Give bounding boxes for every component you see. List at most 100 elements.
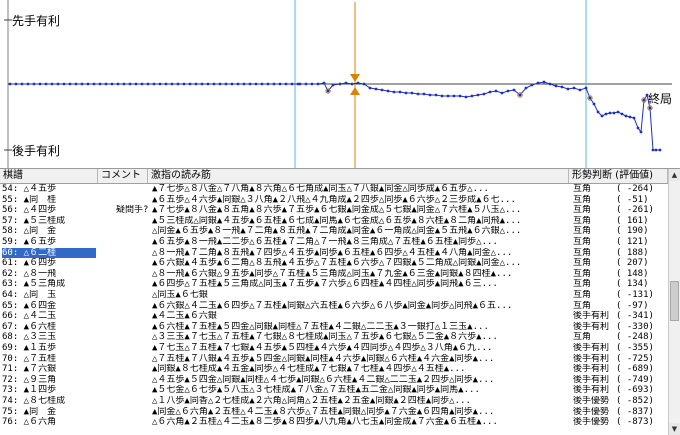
scroll-down-icon[interactable]: ▼ <box>669 423 680 435</box>
score-cell: ( -725) <box>616 353 654 364</box>
evaluation-point <box>604 112 608 116</box>
table-row[interactable]: 68: △３三玉 △３三玉▲７七玉△７五桂▲７七銀△８七桂成▲同玉△７五歩▲６七銀… <box>0 332 668 343</box>
table-row[interactable]: 72: △９三角 △４五歩▲５四金△同銀▲同桂△４七歩▲同銀△６六桂▲４二銀△二二… <box>0 375 668 386</box>
reading-line-cell: △７五桂▲７八銀▲４五歩▲５四金△同銀▲同桂▲４六歩▲同銀△６六桂▲４六金▲同歩… <box>152 353 495 364</box>
evaluation-point <box>410 91 414 95</box>
evaluation-point <box>452 94 456 98</box>
evaluation-point <box>654 148 658 152</box>
evaluation-point <box>632 116 636 120</box>
reading-line-cell: ▲６六桂▲７五桂▲５四金△同銀▲同桂△７五桂▲４二銀△二二玉▲３一銀打△１三玉▲… <box>152 321 489 332</box>
table-row[interactable]: 66: △４二玉 ▲４二玉▲６六銀 後手有利 ( -341) <box>0 311 668 322</box>
vertical-scrollbar[interactable]: ▲ ▼ <box>668 169 680 435</box>
evaluation-graph[interactable]: 先手有利 後手有利 終局 <box>0 0 680 169</box>
reading-line-cell: ▲同金△６六角▲２五桂△４二玉▲８六歩△７五桂▲同銀△同歩▲７六金▲６四角▲同歩… <box>152 406 495 417</box>
evaluation-point <box>536 81 540 85</box>
evaluation-point <box>122 82 126 86</box>
score-cell: ( -873) <box>616 417 654 428</box>
evaluation-point <box>230 82 234 86</box>
evaluation-point <box>86 82 90 86</box>
reading-line-cell: ▲４二玉▲６六銀 <box>152 311 217 322</box>
judgement-cell: 互角 <box>573 247 592 258</box>
evaluation-point <box>298 82 302 86</box>
game-end-label: 終局 <box>648 92 673 106</box>
score-cell: ( -341) <box>616 311 654 322</box>
evaluation-point <box>416 92 420 96</box>
move-cell: 68: △３三玉 <box>2 332 57 343</box>
evaluation-point <box>164 82 168 86</box>
evaluation-point <box>272 82 276 86</box>
reading-line-cell: △６六角▲２五桂△４二玉▲８二歩▲８四歩▲八九角▲八七玉▲同金成▲７六金▲６五桂… <box>152 417 498 428</box>
evaluation-point <box>194 82 198 86</box>
header-kifu[interactable]: 棋譜 <box>0 169 98 183</box>
evaluation-point <box>356 81 360 85</box>
evaluation-graph-canvas[interactable] <box>0 0 680 168</box>
table-row[interactable]: 75: ▲同 金 ▲同金△６六角▲２五桂△４二玉▲８六歩△７五桂▲同銀△同歩▲７六… <box>0 407 668 418</box>
score-cell: ( -355) <box>616 343 654 353</box>
evaluation-point <box>542 80 546 84</box>
evaluation-point <box>642 98 646 102</box>
evaluation-point <box>182 82 186 86</box>
judgement-cell: 後手優勢 <box>573 396 610 406</box>
gote-advantage-label: 後手有利 <box>12 144 61 158</box>
score-cell: ( -852) <box>616 396 654 406</box>
table-row[interactable]: 64: △同 玉 △同玉▲６七銀 互角 ( -131) <box>0 290 668 301</box>
score-cell: ( -97) <box>616 300 649 311</box>
evaluation-point <box>494 89 498 93</box>
table-row[interactable]: 73: ▲１四歩 ▲５七金△６七歩▲５八玉△３七桂成▲７八金△７五桂▲五二金△同銀… <box>0 385 668 396</box>
evaluation-point <box>518 93 522 97</box>
move-cell: 72: △９三角 <box>2 374 57 385</box>
evaluation-point <box>658 148 662 152</box>
evaluation-point <box>624 114 628 118</box>
scrollbar-thumb[interactable] <box>670 281 679 321</box>
evaluation-point <box>572 86 576 90</box>
header-comment[interactable]: コメント <box>98 169 148 183</box>
table-row[interactable]: 71: ▲７六銀 ▲同銀▲８七桂成▲４五金▲同歩△４七桂成▲７七銀▲７七桂▲４四歩… <box>0 364 668 375</box>
header-judgement[interactable]: 形勢判断 (評価値) <box>569 169 668 183</box>
table-row[interactable]: 59: ▲６五歩 ▲６五歩▲８一飛▲二二歩△６五桂▲７二角△７一飛▲８三角成△７五… <box>0 237 668 248</box>
table-row[interactable]: 76: △６六角 △６六角▲２五桂△４二玉▲８二歩▲８四歩▲八九角▲八七玉▲同金成… <box>0 417 668 428</box>
evaluation-point <box>636 126 640 130</box>
evaluation-point <box>26 82 30 86</box>
evaluation-point <box>362 82 366 86</box>
judgement-cell: 互角 <box>573 290 592 300</box>
evaluation-point <box>8 82 12 86</box>
table-row[interactable]: 55: ▲同 桂 ▲６五歩△４六歩▲同銀△３八角▲２八飛△４九角成▲２四歩△同歩▲… <box>0 195 668 206</box>
table-row[interactable]: 54: △４五歩 ▲７七歩△８八金△７八角▲８六角△６七角成▲同玉△７八銀▲同金△… <box>0 184 668 195</box>
move-cell: 65: ▲６四金 <box>2 300 57 311</box>
reading-line-cell: ▲６四歩△７五桂▲５三角成△同玉▲７五歩▲７六歩△６四桂▲４四桂△同歩▲同飛▲６… <box>152 279 498 290</box>
table-row[interactable]: 60: △６二桂 △８一飛▲７二角▲８五飛▲７四歩△４五歩▲同歩▲６五桂▲６四歩△… <box>0 247 668 259</box>
move-cell: 55: ▲同 桂 <box>2 194 57 205</box>
evaluation-point <box>592 102 596 106</box>
move-cell: 76: △６六角 <box>2 417 57 428</box>
table-row[interactable]: 74: △８七桂成 △１八歩▲同香△２七桂成▲２六角△同角△２五桂▲２五金▲同銀▲… <box>0 396 668 407</box>
table-row[interactable]: 67: ▲６六桂 ▲６六桂▲７五桂▲５四金△同銀▲同桂△７五桂▲４二銀△二二玉▲３… <box>0 322 668 333</box>
table-row[interactable]: 57: ▲５三桂成 ▲５三桂成△同銀▲４五歩▲６五桂▲６七成▲同馬▲６七金成△６五… <box>0 216 668 227</box>
reading-line-cell: ▲６六銀▲４五歩▲６二角△８五飛▲４五歩△７五桂▲６六歩△７四銀▲５二角成△同銀… <box>152 258 522 269</box>
table-row[interactable]: 70: △７五桂 △７五桂▲７八銀▲４五歩▲５四金△同銀▲同桂▲４六歩▲同銀△６六… <box>0 354 668 365</box>
move-cell: 56: △４四歩 <box>2 205 57 216</box>
table-row[interactable]: 63: ▲５三角成 ▲６四歩△７五桂▲５三角成△同玉▲７五歩▲７六歩△６四桂▲４四… <box>0 279 668 290</box>
header-reading-line[interactable]: 激指の読み筋 <box>148 169 569 183</box>
evaluation-point <box>628 115 632 119</box>
marker-arrow-down-icon <box>350 74 360 82</box>
table-row[interactable]: 56: △４四歩 疑問手? ▲７七歩▲８八金▲８五角▲８六歩▲７五歩▲６七銀▲同金成… <box>0 205 668 216</box>
table-row[interactable]: 61: ▲６四歩 ▲６六銀▲４五歩▲６二角△８五飛▲４五歩△７五桂▲６六歩△７四銀… <box>0 258 668 269</box>
evaluation-point <box>612 111 616 115</box>
evaluation-point <box>116 82 120 86</box>
evaluation-point <box>224 82 228 86</box>
reading-line-cell: ▲６六銀△４二玉▲６四歩△７五桂▲同銀△六五桂▲６六歩△６八歩▲同金▲同歩△同飛… <box>152 300 513 311</box>
move-cell: 75: ▲同 金 <box>2 406 57 417</box>
evaluation-point <box>284 82 288 86</box>
evaluation-point <box>20 82 24 86</box>
evaluation-point <box>326 89 330 93</box>
scroll-up-icon[interactable]: ▲ <box>669 169 680 181</box>
table-row[interactable]: 62: △８一飛 △８一飛▲６六銀△９五歩▲同歩△７五桂▲５三角成△同玉▲７九金▲… <box>0 269 668 280</box>
evaluation-point <box>260 82 264 86</box>
table-row[interactable]: 58: △同 金 △同金▲６五歩▲８一飛▲７二角▲８五飛▲７二角成▲同金▲６一角成… <box>0 226 668 237</box>
table-row[interactable]: 69: ▲１五歩 ▲７七玉△７五桂▲７七銀▲４五歩▲５四桂▲４六歩▲４四同歩△４四… <box>0 343 668 354</box>
evaluation-point <box>648 106 652 110</box>
move-cell: 59: ▲６五歩 <box>2 237 57 247</box>
evaluation-point <box>68 82 72 86</box>
table-row[interactable]: 65: ▲６四金 ▲６六銀△４二玉▲６四歩△７五桂▲同銀△六五桂▲６六歩△６八歩▲… <box>0 301 668 312</box>
move-cell: 69: ▲１五歩 <box>2 343 57 353</box>
